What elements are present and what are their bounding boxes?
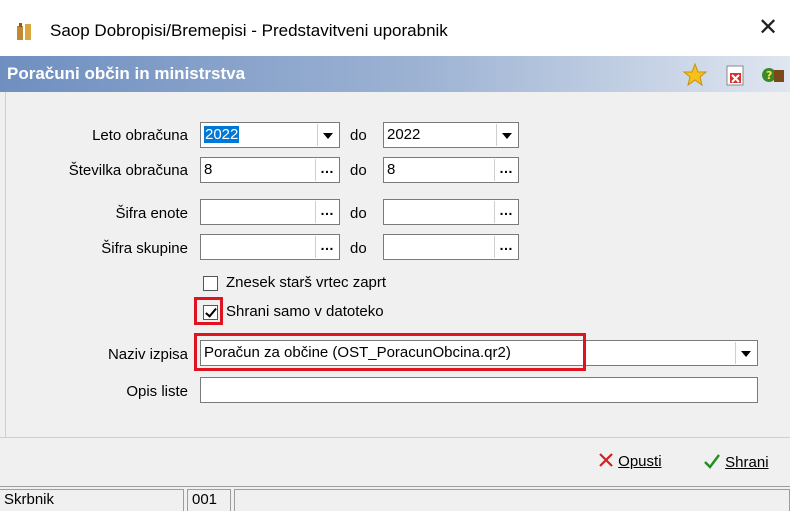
naziv-label: Naziv izpisa bbox=[107, 346, 188, 363]
sifra-enote-label: Šifra enote bbox=[115, 205, 188, 222]
stevilka-from-input[interactable]: 8 … bbox=[200, 157, 340, 183]
opis-label: Opis liste bbox=[126, 383, 188, 400]
do-label: do bbox=[350, 127, 367, 144]
checkmark-icon bbox=[704, 454, 720, 469]
opusti-button[interactable]: Opusti bbox=[598, 452, 662, 470]
window-title: Saop Dobropisi/Bremepisi - Predstavitven… bbox=[50, 21, 448, 40]
ellipsis-button[interactable]: … bbox=[494, 236, 517, 258]
znesek-checkbox[interactable] bbox=[203, 276, 218, 291]
shrani-label: Shrani bbox=[725, 454, 769, 471]
naziv-select[interactable]: Poračun za občine (OST_PoracunObcina.qr2… bbox=[200, 340, 758, 366]
leto-to-select[interactable]: 2022 bbox=[383, 122, 519, 148]
ellipsis-button[interactable]: … bbox=[315, 201, 338, 223]
help-icon[interactable]: ? bbox=[760, 62, 786, 88]
form-title: Poračuni občin in ministrstva bbox=[7, 64, 246, 83]
footer-bar: Opusti Shrani bbox=[0, 438, 790, 486]
sifra-skupine-label: Šifra skupine bbox=[101, 240, 188, 257]
ellipsis-button[interactable]: … bbox=[494, 201, 517, 223]
opis-input[interactable] bbox=[200, 377, 758, 403]
znesek-checkbox-label: Znesek starš vrtec zaprt bbox=[226, 274, 387, 291]
do-label: do bbox=[350, 205, 367, 222]
status-empty bbox=[234, 489, 790, 511]
cancel-x-icon bbox=[599, 453, 613, 467]
ellipsis-button[interactable]: … bbox=[494, 159, 517, 181]
do-label: do bbox=[350, 240, 367, 257]
star-icon[interactable] bbox=[682, 62, 708, 88]
status-code: 001 bbox=[187, 489, 231, 511]
status-user: Skrbnik bbox=[0, 489, 184, 511]
form-header: Poračuni občin in ministrstva ? bbox=[0, 56, 790, 92]
status-bar: Skrbnik 001 bbox=[0, 486, 790, 511]
ellipsis-button[interactable]: … bbox=[315, 236, 338, 258]
close-icon[interactable]: ✕ bbox=[758, 16, 778, 40]
app-icon bbox=[17, 23, 31, 40]
sifra-skupine-to-input[interactable]: … bbox=[383, 234, 519, 260]
svg-text:?: ? bbox=[766, 69, 772, 82]
leto-from-select[interactable]: 2022 bbox=[200, 122, 340, 148]
chevron-down-icon[interactable] bbox=[496, 124, 517, 146]
stevilka-label: Številka obračuna bbox=[68, 162, 188, 179]
sifra-skupine-from-input[interactable]: … bbox=[200, 234, 340, 260]
stevilka-to-input[interactable]: 8 … bbox=[383, 157, 519, 183]
sifra-enote-from-input[interactable]: … bbox=[200, 199, 340, 225]
chevron-down-icon[interactable] bbox=[317, 124, 338, 146]
shrani-checkbox[interactable] bbox=[203, 305, 218, 320]
leto-label: Leto obračuna bbox=[92, 127, 188, 144]
window-titlebar: Saop Dobropisi/Bremepisi - Predstavitven… bbox=[0, 0, 790, 56]
ellipsis-button[interactable]: … bbox=[315, 159, 338, 181]
delete-doc-icon[interactable] bbox=[722, 62, 748, 88]
opusti-label: Opusti bbox=[618, 453, 662, 470]
do-label: do bbox=[350, 162, 367, 179]
shrani-checkbox-label: Shrani samo v datoteko bbox=[226, 303, 384, 320]
chevron-down-icon[interactable] bbox=[735, 342, 756, 364]
shrani-button[interactable]: Shrani bbox=[703, 452, 769, 471]
sifra-enote-to-input[interactable]: … bbox=[383, 199, 519, 225]
